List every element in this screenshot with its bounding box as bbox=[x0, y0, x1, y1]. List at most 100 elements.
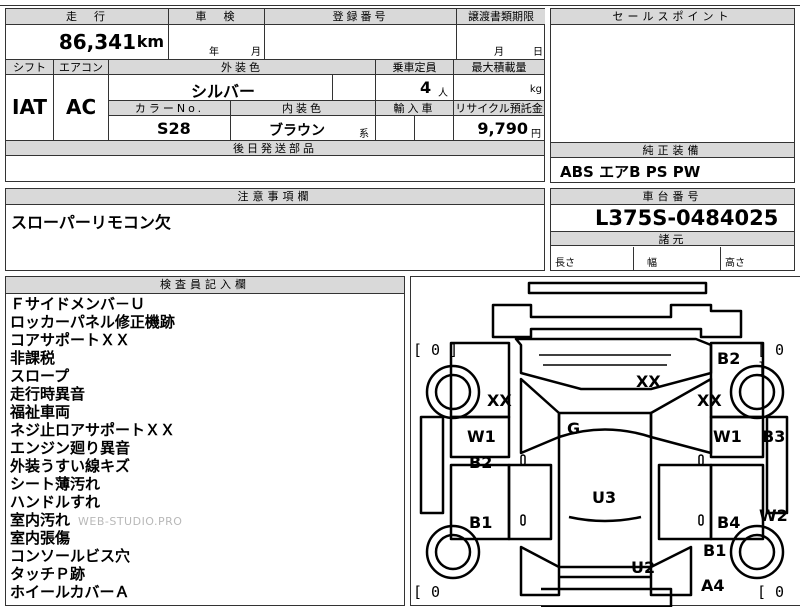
shift-header: シフト bbox=[6, 60, 54, 75]
inspector-item: タッチＰ跡 bbox=[10, 565, 86, 583]
exterior-color-extra-cell bbox=[333, 75, 376, 101]
inspector-header: 検査員記入欄 bbox=[6, 277, 404, 294]
aircon-cell: AC bbox=[54, 75, 109, 141]
mark-xx-left: XX bbox=[487, 391, 512, 410]
inspector-item: ホイールカバーＡ bbox=[10, 583, 130, 601]
exterior-color-cell: シルバー bbox=[109, 75, 333, 101]
mark-w1-left: W1 bbox=[467, 427, 496, 446]
mileage-inspection-table: 走 行 車 検 登録番号 譲渡書類期限 86,341 km 年 月 月 日 bbox=[5, 8, 545, 60]
top-clipped-strip bbox=[0, 0, 800, 6]
registration-header: 登録番号 bbox=[265, 9, 457, 25]
mark-b3: B3 bbox=[762, 427, 786, 446]
color-no-value: S28 bbox=[157, 119, 191, 138]
watermark: WEB-STUDIO.PRO bbox=[78, 515, 183, 528]
mark-b2-top: B2 bbox=[717, 349, 741, 368]
transfer-month-unit: 月 bbox=[494, 47, 504, 58]
mileage-value: 86,341 bbox=[58, 30, 136, 54]
shift-value: IAT bbox=[12, 95, 48, 119]
vehicle-detail-table: シフト エアコン 外装色 乗車定員 最大積載量 IAT AC シルバー 4 人 … bbox=[5, 60, 545, 157]
inspection-year-unit: 年 bbox=[209, 47, 219, 58]
inspector-item: ハンドルすれ bbox=[10, 493, 101, 511]
import-header: 輸入車 bbox=[376, 101, 454, 116]
exterior-color-header: 外装色 bbox=[109, 60, 376, 75]
notes-box: 注意事項欄 スローパーリモコン欠 bbox=[5, 188, 545, 271]
width-cell: 幅 bbox=[634, 247, 721, 270]
inspector-item: コアサポートＸＸ bbox=[10, 331, 131, 349]
later-parts-cell bbox=[5, 156, 545, 182]
interior-color-value: ブラウン bbox=[269, 123, 325, 139]
transfer-cell: 月 日 bbox=[457, 25, 545, 59]
shift-cell: IAT bbox=[6, 75, 54, 141]
inspector-item: シート薄汚れ bbox=[10, 475, 101, 493]
mark-w1-right: W1 bbox=[713, 427, 742, 446]
recycle-value: 9,790 bbox=[477, 119, 528, 138]
equipment-header: 純正装備 bbox=[551, 143, 794, 158]
mark-b4: B4 bbox=[717, 513, 741, 532]
inspector-item: 室内張傷 bbox=[10, 529, 71, 547]
salespoint-header: セールスポイント bbox=[551, 9, 794, 25]
mark-a4: A4 bbox=[701, 576, 725, 595]
transfer-header: 譲渡書類期限 bbox=[457, 9, 545, 25]
salespoint-box: セールスポイント bbox=[550, 8, 795, 143]
mark-u3: U3 bbox=[592, 488, 617, 507]
width-label: 幅 bbox=[647, 258, 657, 269]
damage-diagram: [ 0 ] [ 0 ] [ 0 [ 0 XX XX XX B2 G W1 W1 … bbox=[410, 276, 800, 607]
mark-xx-center: XX bbox=[636, 372, 661, 391]
inspector-item: コンソールビス穴 bbox=[10, 547, 131, 565]
inspector-item: ロッカーパネル修正機跡 bbox=[10, 313, 175, 331]
max-load-header: 最大積載量 bbox=[454, 60, 544, 75]
aircon-value: AC bbox=[66, 95, 97, 119]
capacity-value: 4 bbox=[420, 78, 432, 97]
inspector-item: スロープ bbox=[10, 367, 70, 385]
mark-g: G bbox=[567, 419, 581, 438]
mileage-header: 走 行 bbox=[6, 9, 169, 25]
inspector-item: ネジ止ロアサポートＸＸ bbox=[10, 421, 176, 439]
dimensions-header: 諸元 bbox=[551, 231, 794, 246]
color-no-header: カラーNo. bbox=[109, 101, 231, 116]
interior-color-suffix: 系 bbox=[359, 129, 369, 140]
equipment-box: 純正装備 ABS エアB PS PW bbox=[550, 142, 795, 183]
registration-cell bbox=[265, 25, 457, 59]
height-cell: 高さ bbox=[721, 247, 794, 270]
interior-color-header: 内装色 bbox=[231, 101, 376, 116]
max-load-unit: kg bbox=[529, 84, 542, 95]
capacity-header: 乗車定員 bbox=[376, 60, 454, 75]
counter-top-right: [ 0 ] bbox=[757, 341, 785, 377]
inspection-cell: 年 月 bbox=[169, 25, 265, 59]
equipment-value: ABS エアB PS PW bbox=[560, 163, 701, 181]
exterior-color-value: シルバー bbox=[191, 82, 256, 101]
capacity-unit: 人 bbox=[438, 88, 448, 99]
import-cell-a bbox=[376, 116, 415, 141]
mileage-unit: km bbox=[136, 32, 164, 51]
max-load-cell: kg bbox=[454, 75, 544, 101]
length-cell: 長さ bbox=[551, 247, 634, 270]
counter-top-left: [ 0 ] bbox=[413, 341, 459, 359]
inspector-item: 走行時異音 bbox=[10, 385, 86, 403]
mark-b2-left: B2 bbox=[469, 453, 493, 472]
counter-bottom-left: [ 0 bbox=[413, 583, 441, 601]
height-label: 高さ bbox=[725, 258, 745, 269]
notes-header: 注意事項欄 bbox=[6, 189, 544, 205]
inspector-box: 検査員記入欄 Ｆサイドメンバ－Ｕ ロッカーパネル修正機跡 コアサポートＸＸ 非課税 スロ… bbox=[5, 276, 405, 606]
later-parts-header: 後日発送部品 bbox=[6, 141, 544, 156]
mark-xx-right: XX bbox=[697, 391, 722, 410]
capacity-cell: 4 人 bbox=[376, 75, 454, 101]
recycle-header: リサイクル預託金 bbox=[454, 101, 544, 116]
mark-b1-left: B1 bbox=[469, 513, 493, 532]
import-cell-b bbox=[415, 116, 454, 141]
chassis-header: 車台番号 bbox=[551, 189, 794, 205]
color-no-cell: S28 bbox=[109, 116, 231, 141]
mark-b1-right: B1 bbox=[703, 541, 727, 560]
inspector-item: 福祉車両 bbox=[10, 403, 71, 421]
inspector-item: 非課税 bbox=[10, 349, 56, 367]
inspection-header: 車 検 bbox=[169, 9, 265, 25]
counter-bottom-right: [ 0 bbox=[757, 583, 785, 601]
notes-value: スローパーリモコン欠 bbox=[11, 213, 171, 232]
recycle-cell: 9,790 円 bbox=[454, 116, 544, 141]
length-label: 長さ bbox=[555, 258, 575, 269]
mileage-cell: 86,341 km bbox=[6, 25, 169, 59]
inspector-item: エンジン廻り異音 bbox=[10, 439, 131, 457]
interior-color-cell: ブラウン 系 bbox=[231, 116, 376, 141]
chassis-value: L375S-0484025 bbox=[595, 206, 779, 230]
transfer-day-unit: 日 bbox=[533, 47, 543, 58]
